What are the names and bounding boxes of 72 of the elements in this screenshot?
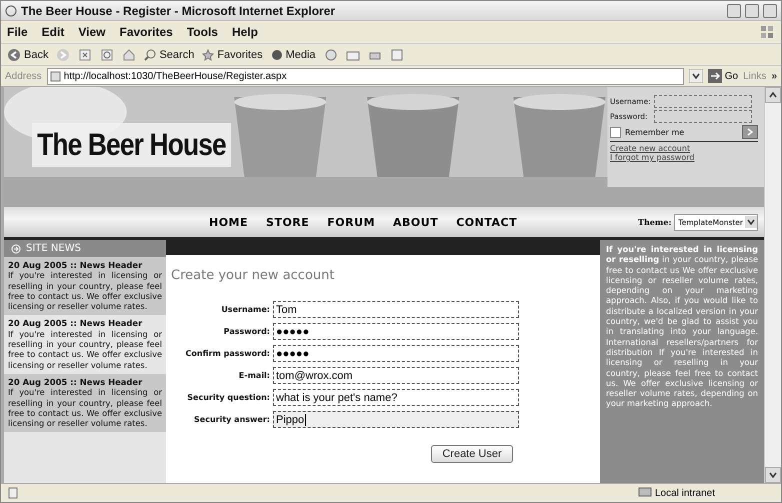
field-label: E-mail: [238,371,270,380]
field-label: Security question: [186,393,270,402]
minimize-button[interactable] [727,4,741,18]
account-link[interactable]: Create new account [610,144,758,153]
input-field[interactable]: ●●●●● [273,323,519,340]
input-field[interactable]: tom@wrox.com [273,367,519,384]
search-button[interactable]: Search [144,48,194,60]
field-label: Security answer: [193,415,270,424]
more-chevron[interactable]: » [771,70,777,82]
input-field[interactable]: Tom [273,301,519,318]
input-field[interactable]: what is your pet's name? [273,389,519,406]
menu-item[interactable]: View [78,25,106,39]
news-body: If you're interested in licensing or reselling in your country, please feel free to contact us. We offer exclusive licensing or reseller volume rates. [8,387,162,428]
close-button[interactable] [763,4,777,18]
menu-item[interactable]: File [7,25,28,39]
theme-label: Theme: [638,217,672,227]
nav-link[interactable]: HOME [209,216,248,228]
scroll-down-icon[interactable] [765,467,781,483]
promo-text: If you're interested in licensing or reselling in your country, please free to contact us We offer exclusive licensing or reseller volume rates, depending on your marketing approach. Also, if you would like to distribute a localized version in your country, we'd be glad to assist you in translating into your language. International resellers/partners for distribution If you're interested in licensing or reselling in your country, please feel free to contact us. We offer exclusive licensing or reseller volume rates, depending on your marketing approach. [600,240,764,483]
zone-label: Local intranet [638,487,715,499]
password-field[interactable] [654,110,752,123]
field-label: Confirm password: [184,349,270,358]
refresh-icon[interactable] [100,48,114,62]
windows-logo-icon [759,24,775,40]
menu-item[interactable]: Tools [186,25,218,39]
menu-item[interactable]: Help [232,25,258,39]
menu-item[interactable]: Favorites [119,25,173,39]
input-field[interactable]: Pippo [273,411,519,428]
media-icon [270,48,283,60]
chevron-icon [746,128,754,136]
news-header: 20 Aug 2005 :: News Header [8,260,144,270]
back-button[interactable]: Back [7,48,48,62]
field-label: Username: [220,305,270,314]
input-field[interactable]: ●●●●● [273,345,519,362]
nav-link[interactable]: FORUM [327,216,376,228]
address-field[interactable]: http://localhost:1030/TheBeerHouse/Register.aspx [46,68,684,84]
dropdown-icon[interactable] [688,69,703,83]
window-title: The Beer House - Register - Microsoft Internet Explorer [21,4,336,18]
username-field[interactable] [654,95,752,108]
login-button[interactable] [742,125,758,139]
dropdown-icon [745,216,757,228]
site-logo[interactable]: The Beer House [32,123,231,167]
menu-item[interactable]: Edit [42,25,64,39]
field-label: Password: [222,327,270,336]
go-button[interactable]: Go [708,69,738,83]
create-user-button[interactable]: Create User [431,445,513,463]
account-link[interactable]: I forgot my password [610,153,758,162]
home-icon[interactable] [122,48,136,62]
page-icon [7,487,19,499]
maximize-button[interactable] [745,4,759,18]
remember-label: Remember me [625,128,686,136]
sidebar-title: SITE NEWS [26,243,81,254]
form-title: Create your new account [171,268,336,283]
news-header: 20 Aug 2005 :: News Header [8,376,144,388]
arrow-circle-icon [11,244,21,254]
nav-link[interactable]: ABOUT [393,216,438,228]
favorites-button[interactable]: Favorites [202,48,263,60]
nav-link[interactable]: CONTACT [456,216,518,228]
news-header: 20 Aug 2005 :: News Header [8,318,144,329]
address-label: Address [5,70,42,82]
arrow-icon [708,69,722,83]
stop-icon[interactable] [78,48,92,62]
scroll-up-icon[interactable] [765,87,781,103]
search-icon [144,48,156,60]
page-icon [50,70,61,82]
remember-checkbox[interactable] [610,126,621,138]
nav-link[interactable]: STORE [266,216,310,228]
news-body: If you're interested in licensing or reselling in your country, please feel free to contact us. We offer exclusive licensing or reseller volume rates. [8,270,162,312]
star-icon [202,48,214,60]
scrollbar[interactable] [764,87,781,483]
media-button[interactable]: Media [270,48,316,60]
news-body: If you're interested in licensing or reselling in your country, please feel free to contact us. We offer exclusive licensing or reseller volume rates. [8,328,162,370]
